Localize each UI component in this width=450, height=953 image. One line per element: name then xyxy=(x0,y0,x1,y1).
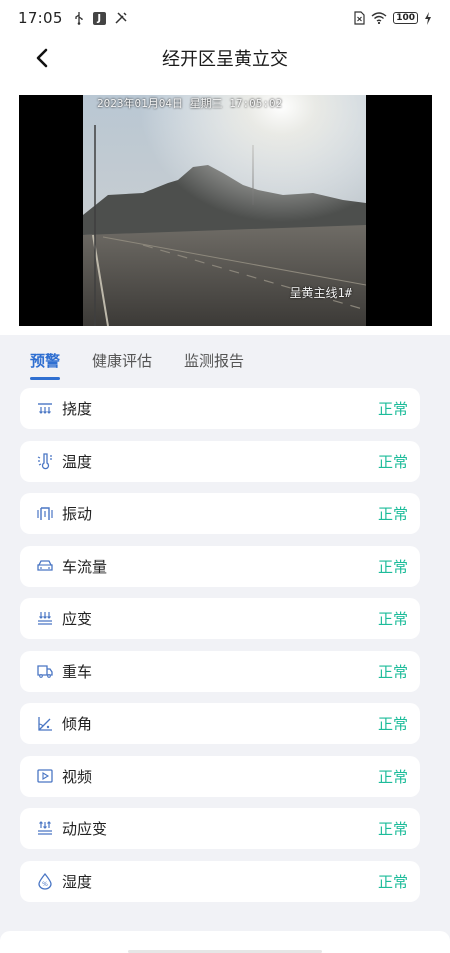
list-item-label: 挠度 xyxy=(62,400,93,418)
tab-bar: 预警 健康评估 监测报告 xyxy=(0,335,450,385)
back-button[interactable] xyxy=(28,44,56,72)
status-text: 正常 xyxy=(377,400,408,418)
list-item-temperature[interactable]: 温度 正常 xyxy=(20,440,420,482)
status-text: 正常 xyxy=(377,820,408,838)
svg-text:%: % xyxy=(42,881,48,888)
status-text: 正常 xyxy=(377,872,408,891)
status-system-icons: 100 xyxy=(354,11,432,25)
car-icon xyxy=(36,557,54,575)
truck-icon xyxy=(36,662,54,680)
list-item-label: 振动 xyxy=(62,505,93,523)
list-item-traffic-flow[interactable]: 车流量 正常 xyxy=(20,545,420,587)
status-text: 正常 xyxy=(377,610,408,628)
list-item-dynamic-strain[interactable]: 动应变 正常 xyxy=(20,808,420,849)
status-time: 17:05 xyxy=(18,9,63,27)
list-item-tilt-angle[interactable]: 倾角 正常 xyxy=(20,703,420,744)
status-notification-icons: J xyxy=(73,11,128,25)
camera-name-overlay: 呈黄主线1# xyxy=(289,286,352,300)
list-item-label: 应变 xyxy=(62,610,93,628)
status-text: 正常 xyxy=(377,715,408,733)
tab-health-assessment[interactable]: 健康评估 xyxy=(92,350,152,380)
wifi-icon xyxy=(371,12,387,24)
list-item-label: 倾角 xyxy=(62,715,93,733)
tab-warning[interactable]: 预警 xyxy=(30,350,61,380)
temperature-icon xyxy=(36,452,54,470)
list-item-label: 视频 xyxy=(62,767,93,786)
battery-icon: 100 xyxy=(393,12,418,24)
video-section: 2023年01月04日 星期三 17:05:02 呈黄主线1# xyxy=(0,80,450,335)
vibration-icon xyxy=(36,505,54,523)
list-item-label: 重车 xyxy=(62,662,93,681)
status-text: 正常 xyxy=(377,505,408,523)
usb-icon xyxy=(73,11,85,25)
bottom-bar xyxy=(0,931,450,953)
video-timestamp-overlay: 2023年01月04日 星期三 17:05:02 xyxy=(97,97,283,110)
list-item-label: 温度 xyxy=(62,452,93,471)
page-title: 经开区呈黄立交 xyxy=(162,49,288,70)
status-bar: 17:05 J 100 xyxy=(0,0,450,36)
video-icon xyxy=(36,767,54,785)
list-item-label: 湿度 xyxy=(62,872,93,891)
status-text: 正常 xyxy=(377,662,408,681)
tilt-angle-icon xyxy=(36,715,54,733)
status-text: 正常 xyxy=(377,452,408,471)
monitoring-list: 挠度 正常 温度 正常 振动 正常 车流量 正常 应变 正常 重车 正常 倾角 … xyxy=(20,388,420,913)
list-item-label: 动应变 xyxy=(62,820,108,838)
status-text: 正常 xyxy=(377,767,408,786)
sim-icon xyxy=(354,11,365,25)
charging-icon xyxy=(424,11,432,25)
list-item-deflection[interactable]: 挠度 正常 xyxy=(20,388,420,429)
list-item-video[interactable]: 视频 正常 xyxy=(20,755,420,797)
app-notification-icon: J xyxy=(92,11,106,25)
strain-icon xyxy=(36,610,54,628)
list-item-vibration[interactable]: 振动 正常 xyxy=(20,493,420,534)
list-item-humidity[interactable]: % 湿度 正常 xyxy=(20,860,420,902)
list-item-label: 车流量 xyxy=(62,557,108,576)
humidity-icon: % xyxy=(36,872,54,890)
chevron-left-icon xyxy=(36,48,48,68)
tab-monitoring-report[interactable]: 监测报告 xyxy=(184,350,244,380)
tools-icon xyxy=(114,11,128,25)
deflection-icon xyxy=(36,400,54,418)
status-text: 正常 xyxy=(377,557,408,576)
camera-video-player[interactable]: 2023年01月04日 星期三 17:05:02 呈黄主线1# xyxy=(19,95,432,326)
list-item-heavy-vehicle[interactable]: 重车 正常 xyxy=(20,650,420,692)
dynamic-strain-icon xyxy=(36,820,54,838)
header: 经开区呈黄立交 xyxy=(0,36,450,80)
list-item-strain[interactable]: 应变 正常 xyxy=(20,598,420,639)
